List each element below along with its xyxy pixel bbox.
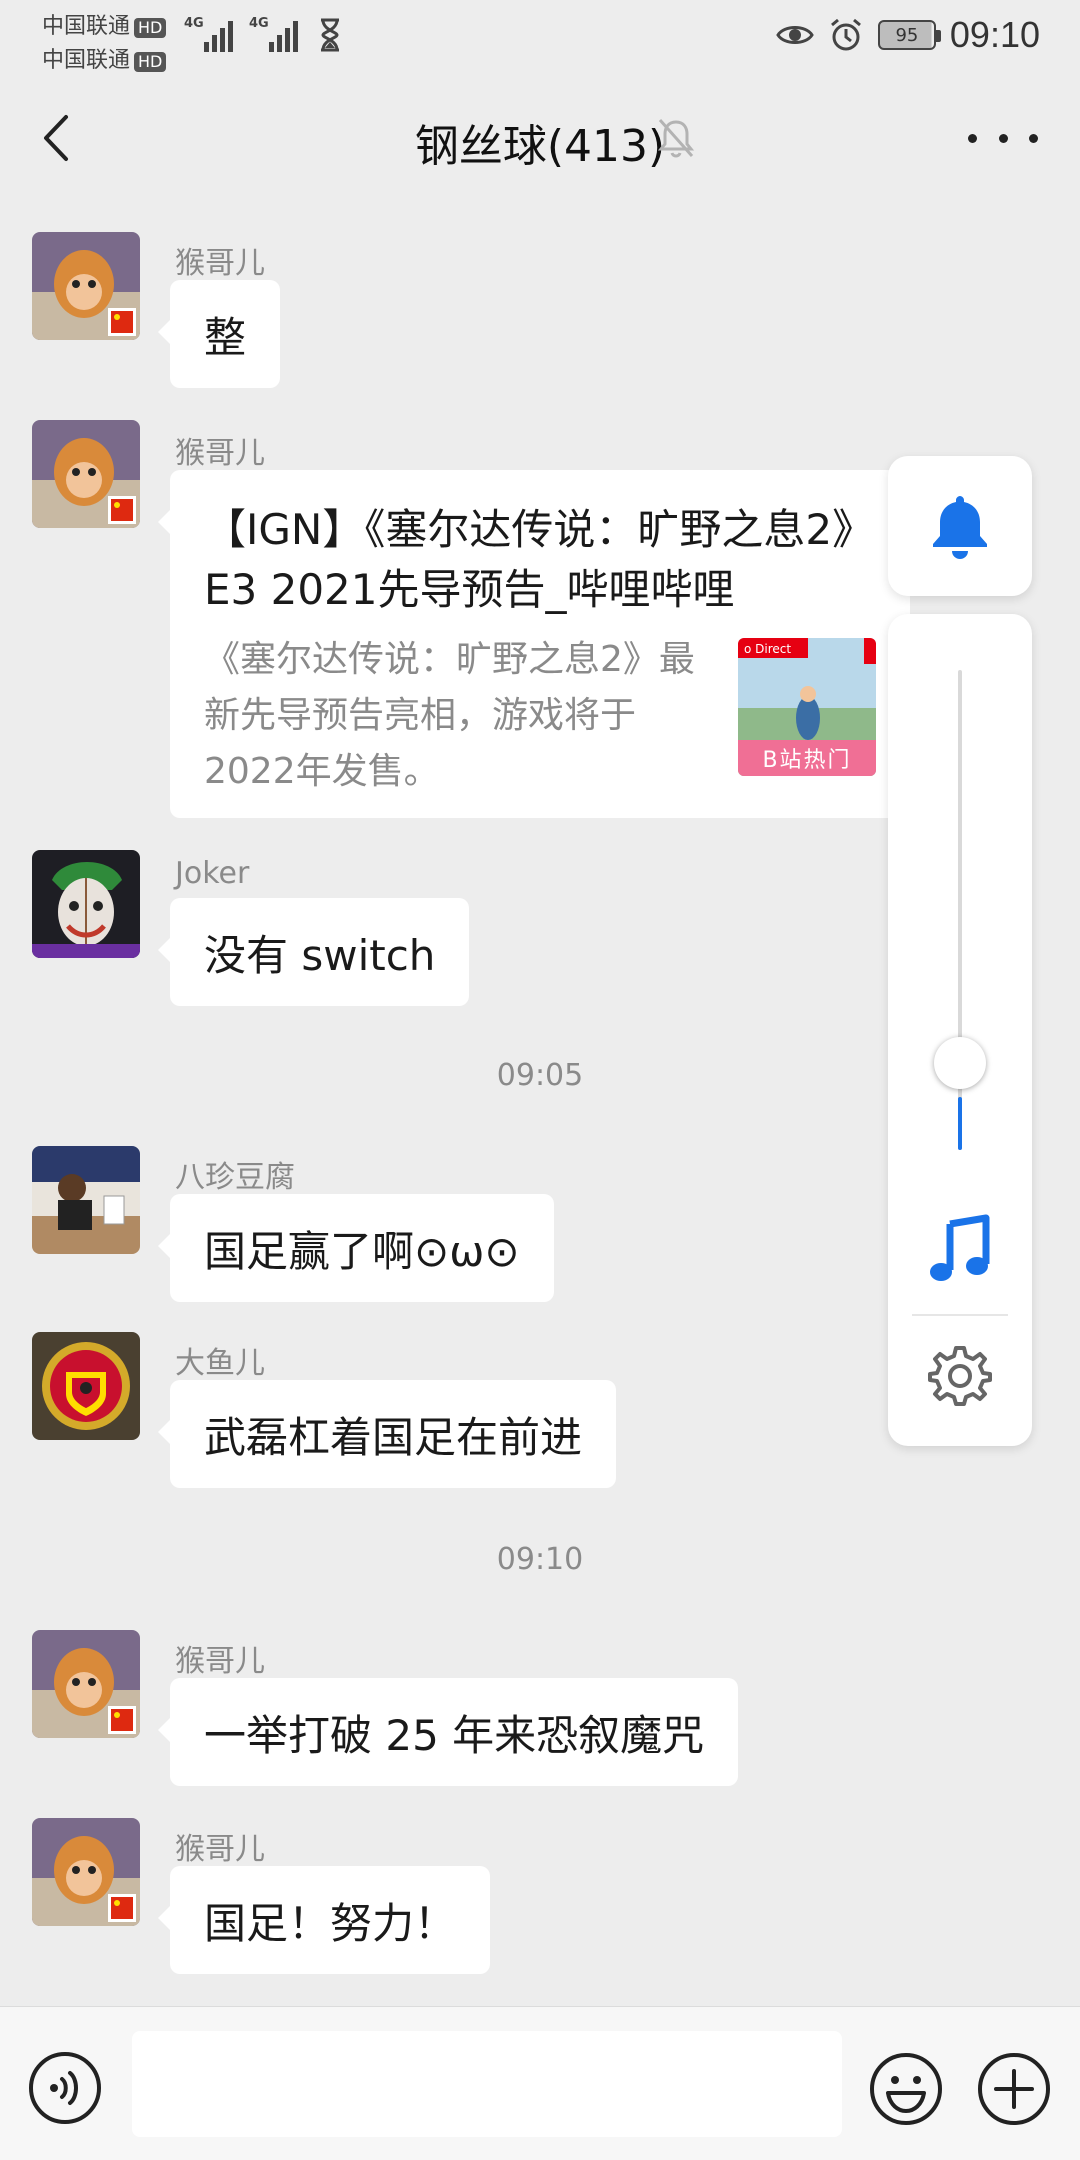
sender-name: 猴哥儿 bbox=[175, 1832, 265, 1867]
hourglass-icon bbox=[321, 18, 339, 52]
message-text: 国足赢了啊⊙ω⊙ bbox=[204, 1226, 520, 1276]
carrier-1-name: 中国联通 bbox=[42, 14, 131, 39]
plus-icon[interactable] bbox=[976, 2051, 1052, 2127]
battery-indicator: 95 bbox=[877, 20, 941, 50]
tofu-avatar-image bbox=[32, 1146, 140, 1254]
message-bubble[interactable]: 一举打破 25 年来恐叙魔咒 bbox=[157, 1678, 739, 1786]
input-bar bbox=[0, 2006, 1080, 2160]
signal-1-icon: 4G bbox=[184, 16, 233, 52]
message-text: 没有 switch bbox=[204, 930, 436, 980]
message-text: 国足！努力！ bbox=[204, 1898, 457, 1948]
monkey-avatar-image bbox=[32, 1818, 140, 1926]
link-card-thumbnail: o Direct B站热门 bbox=[738, 638, 876, 776]
volume-knob[interactable] bbox=[934, 1037, 986, 1090]
monkey-avatar-image bbox=[32, 420, 140, 528]
manchester-united-avatar-image bbox=[32, 1332, 140, 1440]
network-type-2: 4G bbox=[249, 16, 269, 31]
avatar-monkey[interactable] bbox=[32, 1818, 140, 1926]
avatar-fish[interactable] bbox=[32, 1332, 140, 1440]
message-bubble[interactable]: 没有 switch bbox=[157, 898, 470, 1006]
thumb-badge: o Direct bbox=[744, 642, 791, 656]
more-dot bbox=[968, 133, 977, 143]
sender-name: 八珍豆腐 bbox=[175, 1160, 295, 1195]
avatar-joker[interactable] bbox=[32, 850, 140, 958]
sender-name: Joker bbox=[175, 856, 250, 891]
music-note-icon[interactable] bbox=[924, 1214, 996, 1286]
avatar-monkey[interactable] bbox=[32, 1630, 140, 1738]
volume-fill bbox=[958, 1097, 962, 1150]
link-card-description: 《塞尔达传说：旷野之息2》最新先导预告亮相，游戏将于2022年发售。 bbox=[204, 639, 695, 792]
message-input[interactable] bbox=[132, 2031, 842, 2137]
message-bubble[interactable]: 国足赢了啊⊙ω⊙ bbox=[158, 1194, 554, 1302]
bell-icon bbox=[933, 496, 987, 559]
hd-badge-2: HD bbox=[134, 52, 167, 72]
emoji-icon[interactable] bbox=[868, 2051, 944, 2127]
joker-avatar-image bbox=[32, 850, 140, 958]
chat-header: 钢丝球(413) bbox=[0, 76, 1080, 200]
timestamp: 09:10 bbox=[496, 1542, 584, 1577]
monkey-avatar-image bbox=[32, 232, 140, 340]
message-bubble[interactable]: 整 bbox=[157, 280, 281, 388]
avatar-tofu[interactable] bbox=[32, 1146, 140, 1254]
title-wrap: 钢丝球(413) bbox=[0, 110, 1080, 174]
message-bubble[interactable]: 国足！努力！ bbox=[157, 1866, 491, 1974]
sender-name: 猴哥儿 bbox=[175, 436, 265, 471]
eye-icon bbox=[776, 26, 814, 44]
link-card-title: 【IGN】《塞尔达传说：旷野之息2》E3 2021先导预告_哔哩哔哩 bbox=[204, 505, 875, 614]
bell-off-icon bbox=[657, 119, 695, 158]
more-dot bbox=[1029, 133, 1038, 143]
carrier-2-name: 中国联通 bbox=[42, 48, 131, 73]
chat-title: 钢丝球(413) bbox=[414, 121, 666, 172]
message-item: 猴哥儿 整 bbox=[0, 232, 1080, 392]
carrier-2: 中国联通 HD bbox=[42, 42, 167, 74]
volume-divider bbox=[912, 1314, 1008, 1316]
message-text: 整 bbox=[204, 312, 247, 362]
signal-2-icon: 4G bbox=[249, 16, 298, 52]
voice-icon[interactable] bbox=[28, 2051, 102, 2125]
gear-icon[interactable] bbox=[928, 1344, 992, 1408]
message-text: 一举打破 25 年来恐叙魔咒 bbox=[204, 1710, 705, 1760]
network-type-1: 4G bbox=[184, 16, 204, 31]
sender-name: 猴哥儿 bbox=[175, 1644, 265, 1679]
thumbnail-label: B站热门 bbox=[738, 740, 876, 776]
more-button[interactable] bbox=[968, 118, 1038, 158]
more-dot bbox=[998, 133, 1008, 143]
sender-name: 猴哥儿 bbox=[175, 246, 265, 281]
avatar-monkey[interactable] bbox=[32, 420, 140, 528]
link-card[interactable]: 【IGN】《塞尔达传说：旷野之息2》E3 2021先导预告_哔哩哔哩 《塞尔达传… bbox=[158, 470, 910, 818]
message-item: 猴哥儿 国足！努力！ bbox=[0, 1818, 1080, 1978]
monkey-avatar-image bbox=[32, 1630, 140, 1738]
alarm-icon bbox=[830, 18, 861, 51]
message-bubble[interactable]: 武磊杠着国足在前进 bbox=[157, 1380, 617, 1488]
status-bar: 中国联通 HD 中国联通 HD 4G 4G 95 09:10 bbox=[0, 0, 1080, 76]
message-item: 猴哥儿 一举打破 25 年来恐叙魔咒 bbox=[0, 1630, 1080, 1790]
message-text: 武磊杠着国足在前进 bbox=[204, 1412, 583, 1462]
carrier-1: 中国联通 HD bbox=[42, 8, 167, 40]
ring-mode-button[interactable] bbox=[888, 456, 1032, 596]
hd-badge-1: HD bbox=[134, 18, 167, 38]
signal-indicators: 4G 4G bbox=[184, 16, 342, 52]
battery-level: 95 bbox=[895, 24, 919, 46]
volume-panel bbox=[888, 614, 1032, 1446]
status-right: 95 09:10 bbox=[776, 14, 1040, 56]
sender-name: 大鱼儿 bbox=[175, 1346, 265, 1381]
avatar-monkey[interactable] bbox=[32, 232, 140, 340]
status-time: 09:10 bbox=[949, 14, 1040, 55]
